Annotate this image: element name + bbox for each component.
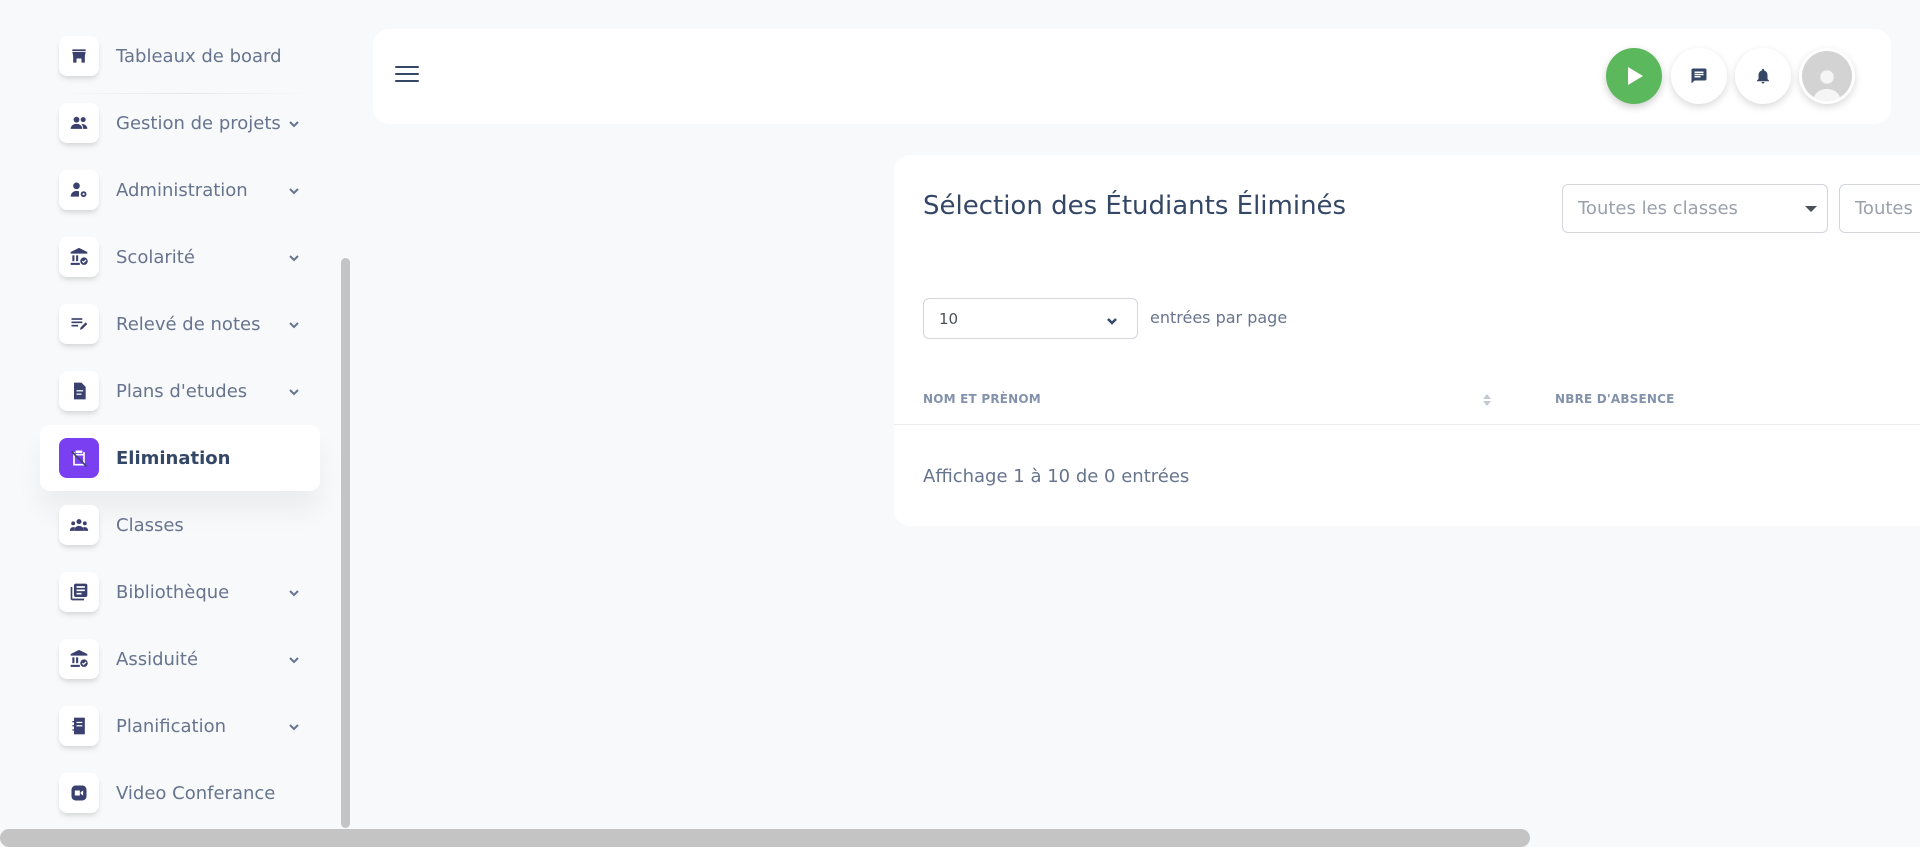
avatar <box>1802 51 1852 101</box>
sidebar-item-label: Planification <box>116 715 227 737</box>
sidebar-item-label: Video Conferance <box>116 782 276 804</box>
second-filter-placeholder: Toutes l <box>1855 198 1920 219</box>
second-filter-select[interactable]: Toutes l <box>1839 184 1920 233</box>
entries-per-page-select[interactable]: 10 <box>923 298 1138 339</box>
page-title: Sélection des Étudiants Éliminés <box>923 191 1347 221</box>
sidebar-item-gestion-de-projets[interactable]: Gestion de projets <box>40 90 320 156</box>
notifications-button[interactable] <box>1735 48 1791 104</box>
entries-per-page-label: entrées par page <box>1150 308 1288 327</box>
chevron-down-icon <box>287 317 301 331</box>
user-avatar-button[interactable] <box>1799 48 1855 104</box>
entries-value: 10 <box>939 310 959 328</box>
sidebar-item-label: Bibliothèque <box>116 581 230 603</box>
sidebar-item-tableaux-de-board[interactable]: Tableaux de board <box>40 23 320 89</box>
sidebar-item-label: Relevé de notes <box>116 313 261 335</box>
class-filter-select[interactable]: Toutes les classes <box>1562 184 1828 233</box>
shop-icon <box>59 36 99 76</box>
chat-button[interactable] <box>1671 48 1727 104</box>
sidebar-item-relev-de-notes[interactable]: Relevé de notes <box>40 291 320 357</box>
user-gear-icon <box>59 170 99 210</box>
institution-check-icon <box>59 237 99 277</box>
column-header-absences[interactable]: NBRE D'ABSENCE <box>1555 392 1675 406</box>
chevron-down-icon <box>287 384 301 398</box>
users-icon <box>59 103 99 143</box>
avatar-icon <box>1813 70 1841 101</box>
sidebar-item-label: Scolarité <box>116 246 195 268</box>
institution-check-icon <box>59 639 99 679</box>
sidebar-item-biblioth-que[interactable]: Bibliothèque <box>40 559 320 625</box>
sidebar: Tableaux de board Gestion de projets Admin… <box>0 0 350 830</box>
sidebar-item-label: Plans d'etudes <box>116 380 248 402</box>
sidebar-item-label: Assiduité <box>116 648 199 670</box>
sidebar-item-classes[interactable]: Classes <box>40 492 320 558</box>
video-icon <box>59 773 99 813</box>
sidebar-item-label: Gestion de projets <box>116 112 281 134</box>
sidebar-item-video-conferance[interactable]: Video Conferance <box>40 760 320 826</box>
elimination-card: Sélection des Étudiants Éliminés Toutes … <box>894 155 1920 526</box>
horizontal-scrollbar[interactable] <box>0 829 1530 847</box>
play-icon <box>1628 67 1643 85</box>
sort-icon[interactable] <box>1482 392 1492 406</box>
chat-icon <box>1691 68 1707 84</box>
column-header-name[interactable]: NOM ET PRÈNOM <box>923 392 1041 406</box>
chevron-down-icon <box>287 652 301 666</box>
chevron-down-icon <box>287 116 301 130</box>
table-info: Affichage 1 à 10 de 0 entrées <box>923 466 1190 487</box>
chevron-down-icon <box>287 585 301 599</box>
notebook-icon <box>59 706 99 746</box>
sidebar-item-elimination[interactable]: Elimination <box>40 425 320 491</box>
library-icon <box>59 572 99 612</box>
list-edit-icon <box>59 304 99 344</box>
chevron-down-icon <box>287 183 301 197</box>
chevron-down-icon <box>287 250 301 264</box>
caret-down-icon <box>1805 206 1817 212</box>
chevron-down-icon <box>1105 313 1119 327</box>
sidebar-scrollbar[interactable] <box>341 258 350 828</box>
document-icon <box>59 371 99 411</box>
clipboard-off-icon <box>59 438 99 478</box>
sidebar-item-label: Tableaux de board <box>116 45 282 67</box>
sidebar-item-scolarit-[interactable]: Scolarité <box>40 224 320 290</box>
group-icon <box>59 505 99 545</box>
play-button[interactable] <box>1606 48 1662 104</box>
sidebar-item-label: Classes <box>116 514 184 536</box>
sidebar-item-label: Elimination <box>116 447 231 469</box>
sidebar-item-plans-d-etudes[interactable]: Plans d'etudes <box>40 358 320 424</box>
sidebar-item-assiduit-[interactable]: Assiduité <box>40 626 320 692</box>
sidebar-item-administration[interactable]: Administration <box>40 157 320 223</box>
top-navbar <box>373 29 1891 124</box>
sidebar-item-label: Administration <box>116 179 248 201</box>
bell-icon <box>1757 68 1769 84</box>
hamburger-icon[interactable] <box>395 66 419 86</box>
chevron-down-icon <box>287 719 301 733</box>
table-divider <box>894 424 1920 425</box>
class-filter-placeholder: Toutes les classes <box>1578 198 1738 219</box>
sidebar-item-planification[interactable]: Planification <box>40 693 320 759</box>
